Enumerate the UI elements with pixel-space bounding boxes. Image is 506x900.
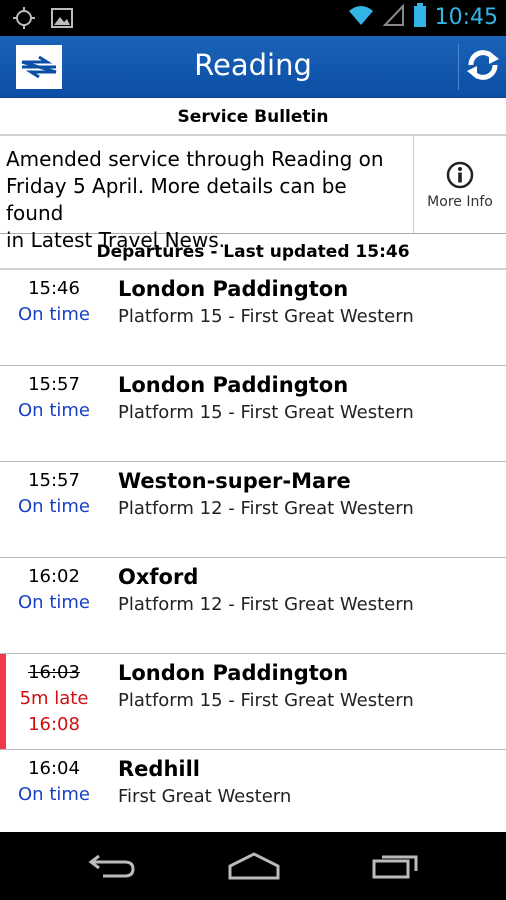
status-text: On time <box>18 304 90 325</box>
more-info-label: More Info <box>427 193 493 210</box>
home-icon <box>227 850 281 884</box>
bulletin-line: Friday 5 April. More details can be foun… <box>6 174 347 225</box>
destination: London Paddington <box>118 277 349 301</box>
departure-row-delayed[interactable]: 16:03 5m late 16:08 London Paddington Pl… <box>0 654 506 750</box>
back-icon <box>87 850 137 884</box>
image-icon <box>50 6 74 34</box>
departure-row[interactable]: 15:57 On time London Paddington Platform… <box>0 366 506 462</box>
bulletin-line: Amended service through Reading on <box>6 147 384 171</box>
battery-icon <box>413 2 427 32</box>
info-icon <box>445 160 475 194</box>
scheduled-time: 15:57 <box>28 374 80 395</box>
gps-icon <box>12 6 36 34</box>
scheduled-time: 16:03 <box>28 662 80 683</box>
recent-apps-button[interactable] <box>368 850 424 884</box>
scheduled-time: 16:04 <box>28 758 80 779</box>
departure-row[interactable]: 15:46 On time London Paddington Platform… <box>0 270 506 366</box>
navigation-bar <box>0 832 506 900</box>
departure-row[interactable]: 16:04 On time Redhill First Great Wester… <box>0 750 506 832</box>
divider <box>458 44 459 90</box>
bulletin-message: Amended service through Reading on Frida… <box>0 136 414 252</box>
wifi-icon <box>347 3 375 31</box>
home-button[interactable] <box>224 850 284 884</box>
destination: Redhill <box>118 757 200 781</box>
status-text: On time <box>18 400 90 421</box>
recent-apps-icon <box>371 850 421 884</box>
departure-row[interactable]: 15:57 On time Weston-super-Mare Platform… <box>0 462 506 558</box>
refresh-button[interactable] <box>462 45 504 89</box>
more-info-button[interactable]: More Info <box>414 136 506 233</box>
delay-text: 5m late <box>19 688 89 709</box>
scheduled-time: 15:57 <box>28 470 80 491</box>
main-content: Service Bulletin Amended service through… <box>0 98 506 832</box>
signal-icon <box>382 3 405 31</box>
page-title: Reading <box>194 48 312 82</box>
destination: London Paddington <box>118 661 349 685</box>
expected-time: 16:08 <box>28 714 80 735</box>
refresh-icon <box>463 45 503 89</box>
scheduled-time: 16:02 <box>28 566 80 587</box>
status-text: On time <box>18 592 90 613</box>
destination: Weston-super-Mare <box>118 469 351 493</box>
platform-operator: Platform 12 - First Great Western <box>118 594 414 615</box>
status-text: On time <box>18 784 90 805</box>
departure-row[interactable]: 16:02 On time Oxford Platform 12 - First… <box>0 558 506 654</box>
status-bar: 10:45 <box>0 0 506 36</box>
clock: 10:45 <box>434 4 498 30</box>
destination: Oxford <box>118 565 199 589</box>
platform-operator: Platform 15 - First Great Western <box>118 402 414 423</box>
platform-operator: First Great Western <box>118 786 292 807</box>
status-text: On time <box>18 496 90 517</box>
bulletin-panel: Amended service through Reading on Frida… <box>0 136 506 252</box>
platform-operator: Platform 15 - First Great Western <box>118 690 414 711</box>
platform-operator: Platform 12 - First Great Western <box>118 498 414 519</box>
platform-operator: Platform 15 - First Great Western <box>118 306 414 327</box>
scheduled-time: 15:46 <box>28 278 80 299</box>
destination: London Paddington <box>118 373 349 397</box>
service-bulletin-header: Service Bulletin <box>0 98 506 136</box>
action-bar: Reading <box>0 36 506 98</box>
back-button[interactable] <box>84 850 140 884</box>
